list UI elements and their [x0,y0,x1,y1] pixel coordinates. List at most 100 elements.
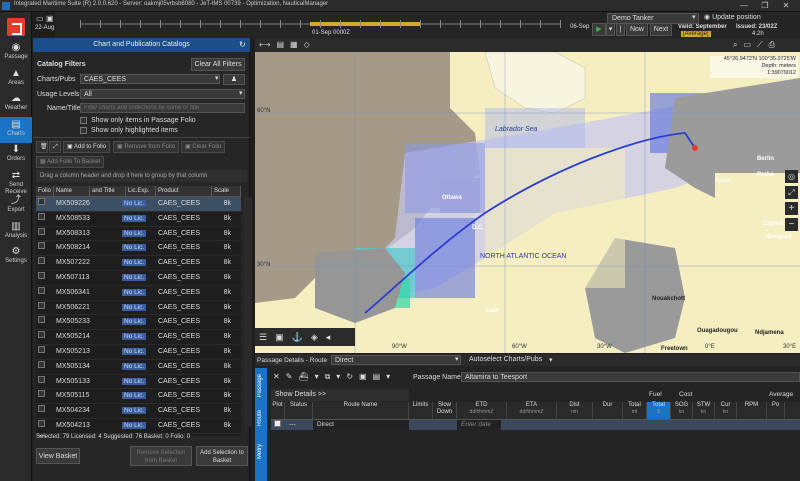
etd-input[interactable]: Enter date [457,420,501,430]
grid-icon[interactable]: ▦ [290,40,298,49]
remove-from-folio-button[interactable]: ▣ Remove from Folio [113,141,180,153]
folio-checkbox[interactable] [36,375,48,389]
table-row[interactable]: MX508533 No Lic. CAES_CEES 8k [36,212,241,227]
image-icon[interactable]: ▣ [359,372,367,382]
add-selection-button[interactable]: Add Selection to Basket [196,446,248,466]
measure-icon[interactable]: ⟷ [259,40,270,49]
table-row[interactable]: MX505134 No Lic. CAES_CEES 8k [36,360,241,375]
zoom-in-button[interactable]: + [785,202,798,215]
layers-icon[interactable]: ◈ [311,332,318,343]
table-row[interactable]: MX504234 No Lic. CAES_CEES 8k [36,404,241,419]
chart-icon[interactable]: ▤ [276,40,284,49]
checkbox[interactable] [38,331,45,339]
passage-name-input[interactable]: Altamira to Teesport [461,372,800,382]
search-icon[interactable]: ⌕ [733,40,737,50]
sidebar-item-send-receive[interactable]: ⇄ Send Receive [0,168,32,195]
vessel-select[interactable]: Demo Tanker [607,13,699,24]
table-row[interactable]: MX509226 No Lic. CAES_CEES 8k [36,197,241,212]
minimize-button[interactable]: — [736,0,752,12]
folio-checkbox[interactable] [36,404,48,418]
sidebar-item-orders[interactable]: ⬇ Orders [0,142,32,168]
tab-metry[interactable]: Metry [257,444,263,459]
remove-selection-button[interactable]: Remove Selection from Basket [130,446,192,466]
close-button[interactable]: ✕ [778,0,794,12]
folio-checkbox[interactable] [36,241,48,255]
route-column-header[interactable]: STW kn [693,402,715,419]
column-scale[interactable]: Scale [212,186,241,196]
checkbox[interactable] [38,390,45,398]
tab-passage[interactable]: Passage [257,374,263,397]
checkbox[interactable] [38,286,45,294]
checkbox[interactable] [38,360,45,368]
folio-checkbox[interactable] [36,419,48,433]
autoselect-label[interactable]: Autoselect Charts/Pubs [469,356,542,363]
checkbox[interactable] [80,127,87,134]
checkbox[interactable] [274,420,281,427]
anchor-icon[interactable]: ⚓ [292,332,303,343]
delete-icon[interactable]: 🗑 [36,141,48,153]
edit-icon[interactable]: ✎ [286,372,293,382]
checkbox[interactable] [38,316,45,324]
now-button[interactable]: Now [626,23,648,36]
plot-checkbox[interactable] [271,420,285,430]
show-details-button[interactable]: Show Details >> [271,389,409,401]
usage-levels-select[interactable]: All [80,89,245,99]
waypoint-icon[interactable]: ◇ [304,40,310,49]
column-folio[interactable]: Folio [36,186,54,196]
table-row[interactable]: MX506221 No Lic. CAES_CEES 8k [36,301,241,316]
list-icon[interactable]: ☰ [259,332,267,343]
folio-checkbox[interactable] [36,389,48,403]
tab-route[interactable]: Route [257,410,263,426]
route-column-header[interactable]: Dist nm [557,402,593,419]
chevron-down-icon[interactable]: ▾ [315,372,319,382]
route-column-header[interactable]: Route Name [313,402,409,419]
print-icon[interactable]: ⎙ [769,40,775,50]
grid-scrollbar[interactable] [244,197,252,427]
route-column-header[interactable]: ETA dd/hhmmZ [507,402,557,419]
table-row[interactable]: MX505213 No Lic. CAES_CEES 8k [36,345,241,360]
folio-checkbox[interactable] [36,301,48,315]
folio-checkbox[interactable] [36,256,48,270]
destination-marker[interactable] [692,145,698,151]
route-column-header[interactable]: Slow Down [433,402,457,419]
map-canvas[interactable] [255,38,800,353]
route-column-header[interactable]: Dur [593,402,623,419]
column-title[interactable]: and Title [90,186,126,196]
checkbox[interactable] [38,198,45,205]
table-row[interactable]: MX505214 No Lic. CAES_CEES 8k [36,330,241,345]
table-row[interactable]: MX507113 No Lic. CAES_CEES 8k [36,271,241,286]
sidebar-item-areas[interactable]: ▲ Areas [0,66,32,92]
monitor-icon[interactable]: ▭ [743,40,751,50]
checkbox[interactable] [38,375,45,383]
open-icon[interactable]: ⤢ [49,141,61,153]
route-row[interactable]: --- Direct Enter date [271,420,800,430]
checkbox[interactable] [38,257,45,265]
chart-map[interactable]: Labrador Sea NORTH ATLANTIC OCEAN Ottawa… [255,38,800,353]
checkbox[interactable] [38,271,45,279]
checkbox[interactable] [38,419,45,427]
close-icon[interactable]: ✕ [273,372,280,382]
add-to-folio-button[interactable]: ▣ Add to Folio [63,141,111,153]
image-icon[interactable]: ▣ [275,332,284,343]
view-basket-button[interactable]: View Basket [36,448,80,464]
route-column-header[interactable]: Status [285,402,313,419]
route-column-header[interactable]: Cur kn [715,402,737,419]
table-row[interactable]: MX508214 No Lic. CAES_CEES 8k [36,241,241,257]
route-column-header[interactable]: Po [767,402,785,419]
folio-checkbox[interactable] [36,360,48,374]
table-row[interactable]: MX505133 No Lic. CAES_CEES 8k [36,375,241,390]
charts-pubs-select[interactable]: CAES_CEES [80,74,220,84]
sidebar-item-passage[interactable]: ◉ Passage [0,40,32,66]
highlighted-checkbox[interactable]: Show only highlighted items [80,127,178,134]
copy-icon[interactable]: ⧉ [325,372,331,382]
folio-checkbox[interactable] [36,286,48,300]
route-column-header[interactable]: Plot [271,402,285,419]
group-by-area[interactable]: Drag a column header and drop it here to… [36,170,247,182]
column-name[interactable]: Name [54,186,90,196]
sidebar-item-weather[interactable]: ☁ Weather [0,91,32,117]
checkbox[interactable] [38,345,45,353]
table-row[interactable]: MX505115 No Lic. CAES_CEES 8k [36,389,241,405]
folio-checkbox[interactable] [36,330,48,344]
table-row[interactable]: MX508313 No Lic. CAES_CEES 8k [36,227,241,242]
chevron-down-icon[interactable]: ▾ [336,372,340,382]
